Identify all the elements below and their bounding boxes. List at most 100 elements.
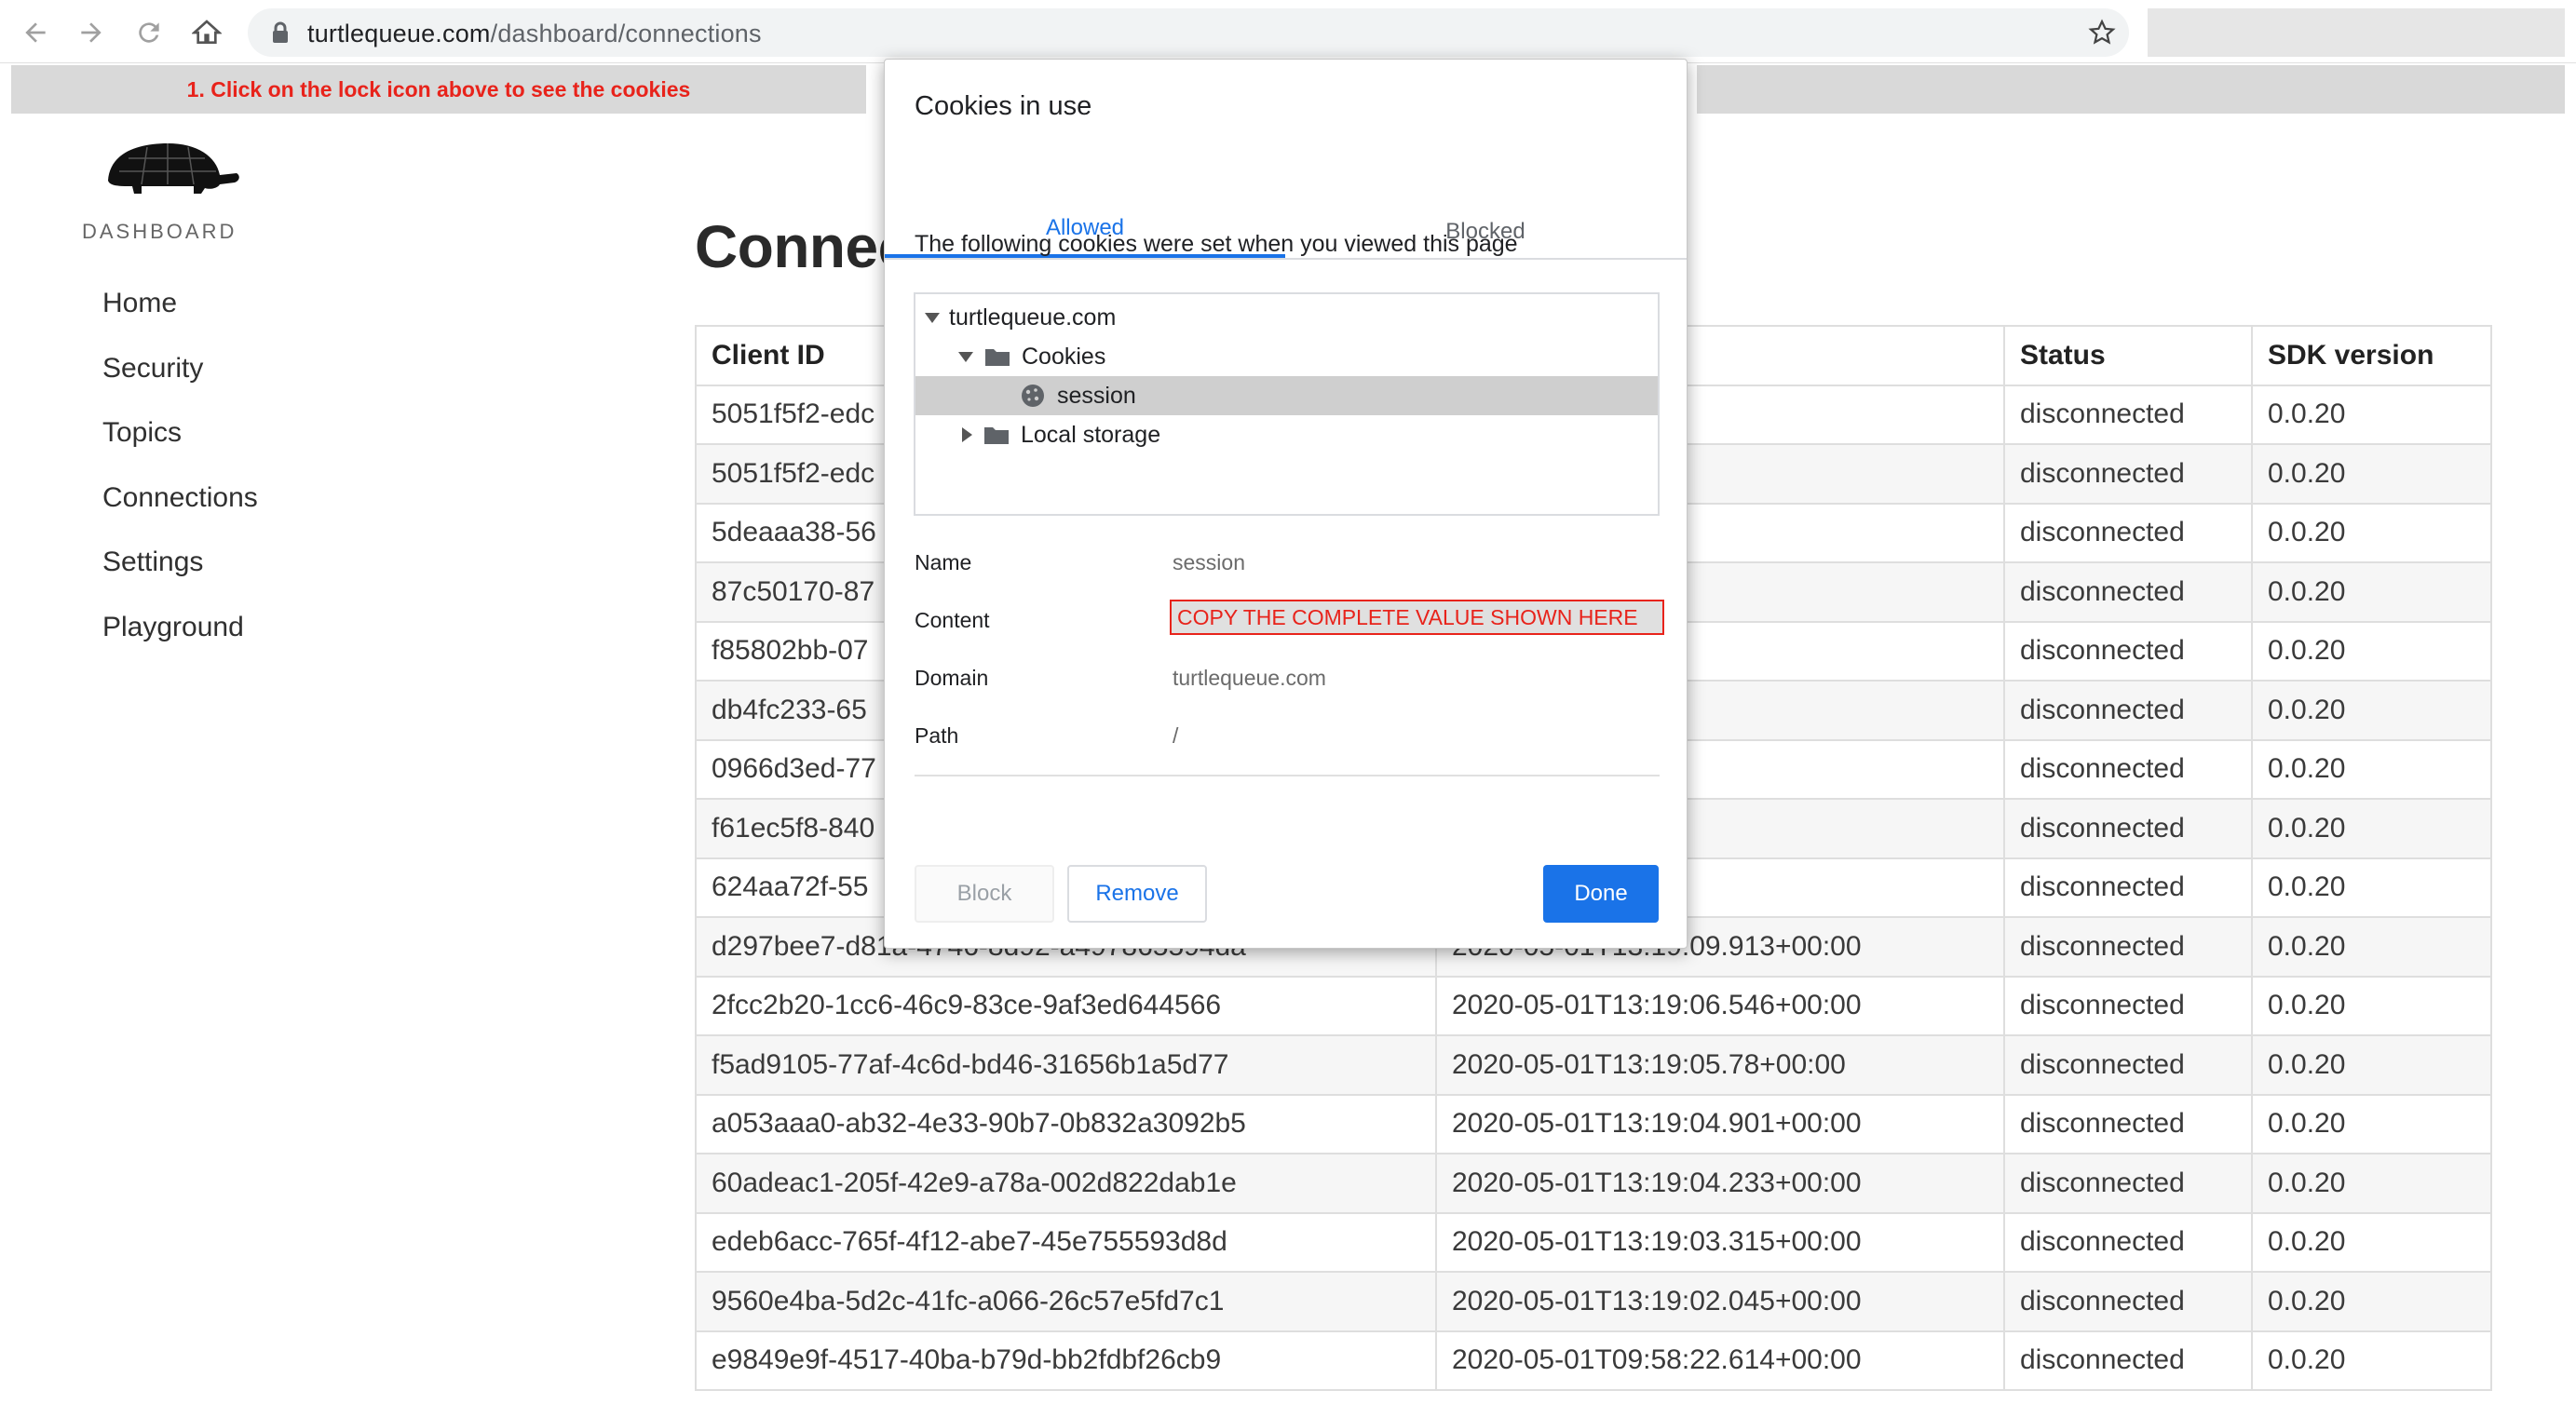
cell-status: disconnected: [2003, 384, 2253, 445]
cell-sdk-version: 0.0.20: [2251, 502, 2492, 563]
detail-domain-label: Domain: [915, 665, 989, 690]
collapse-arrow-icon[interactable]: [962, 427, 972, 442]
column-header-status: Status: [2003, 325, 2253, 386]
cell-status: disconnected: [2003, 502, 2253, 563]
cell-sdk-version: 0.0.20: [2251, 1271, 2492, 1332]
url-text: turtlequeue.com/dashboard/connections: [307, 20, 762, 48]
cell-sdk-version: 0.0.20: [2251, 738, 2492, 800]
table-row: e9849e9f-4517-40ba-b79d-bb2fdbf26cb9 2020…: [695, 1330, 2492, 1391]
sidebar-item-playground[interactable]: Playground: [102, 603, 258, 668]
cell-client-id: 9560e4ba-5d2c-41fc-a066-26c57e5fd7c1: [695, 1271, 1437, 1332]
cell-status: disconnected: [2003, 1271, 2253, 1332]
table-row: 60adeac1-205f-42e9-a78a-002d822dab1e 2020…: [695, 1153, 2492, 1214]
cell-timestamp: 2020-05-01T09:58:22.614+00:00: [1435, 1330, 2005, 1391]
cell-status: disconnected: [2003, 975, 2253, 1036]
cell-status: disconnected: [2003, 443, 2253, 505]
cell-status: disconnected: [2003, 798, 2253, 859]
column-header-sdk-version: SDK version: [2251, 325, 2492, 386]
tree-site-label: turtlequeue.com: [949, 304, 1117, 331]
detail-path-label: Path: [915, 722, 959, 748]
browser-toolbar: turtlequeue.com/dashboard/connections: [0, 0, 2576, 63]
cell-status: disconnected: [2003, 1034, 2253, 1096]
back-icon[interactable]: [15, 12, 56, 53]
detail-name-value: session: [1173, 549, 1245, 574]
cell-sdk-version: 0.0.20: [2251, 1211, 2492, 1273]
lock-icon[interactable]: [270, 21, 291, 44]
tree-cookies-label: Cookies: [1022, 343, 1106, 370]
cell-sdk-version: 0.0.20: [2251, 975, 2492, 1036]
details-divider: [915, 775, 1660, 776]
cell-status: disconnected: [2003, 1153, 2253, 1214]
screen: turtlequeue.com/dashboard/connections 1.…: [0, 0, 2576, 1404]
cell-status: disconnected: [2003, 738, 2253, 800]
cell-status: disconnected: [2003, 680, 2253, 741]
table-row: 9560e4ba-5d2c-41fc-a066-26c57e5fd7c1 2020…: [695, 1271, 2492, 1332]
detail-row-domain: Domain turtlequeue.com: [915, 659, 1660, 696]
url-host: turtlequeue.com: [307, 20, 491, 47]
cell-sdk-version: 0.0.20: [2251, 916, 2492, 978]
cell-timestamp: 2020-05-01T13:19:06.546+00:00: [1435, 975, 2005, 1036]
cell-sdk-version: 0.0.20: [2251, 1153, 2492, 1214]
bookmark-star-icon[interactable]: [2088, 19, 2116, 47]
table-row: 2fcc2b20-1cc6-46c9-83ce-9af3ed644566 2020…: [695, 975, 2492, 1036]
expand-arrow-icon[interactable]: [958, 351, 973, 362]
cell-sdk-version: 0.0.20: [2251, 443, 2492, 505]
detail-domain-value: turtlequeue.com: [1173, 665, 1326, 690]
cell-timestamp: 2020-05-01T13:19:03.315+00:00: [1435, 1211, 2005, 1273]
tree-item-session-cookie[interactable]: session: [915, 376, 1658, 415]
cell-status: disconnected: [2003, 916, 2253, 978]
remove-button[interactable]: Remove: [1067, 865, 1207, 923]
detail-content-value[interactable]: COPY THE COMPLETE VALUE SHOWN HERE: [1170, 600, 1664, 635]
cell-sdk-version: 0.0.20: [2251, 680, 2492, 741]
folder-icon: [985, 349, 1010, 366]
detail-name-label: Name: [915, 549, 972, 574]
cell-client-id: a053aaa0-ab32-4e33-90b7-0b832a3092b5: [695, 1093, 1437, 1154]
table-row: f5ad9105-77af-4c6d-bd46-31656b1a5d77 2020…: [695, 1034, 2492, 1096]
tree-item-site[interactable]: turtlequeue.com: [915, 298, 1658, 337]
table-row: a053aaa0-ab32-4e33-90b7-0b832a3092b5 2020…: [695, 1093, 2492, 1154]
expand-arrow-icon[interactable]: [925, 312, 940, 323]
instruction-banner: 1. Click on the lock icon above to see t…: [11, 65, 866, 114]
cell-sdk-version: 0.0.20: [2251, 1330, 2492, 1391]
cell-client-id: e9849e9f-4517-40ba-b79d-bb2fdbf26cb9: [695, 1330, 1437, 1391]
cell-sdk-version: 0.0.20: [2251, 1093, 2492, 1154]
reload-icon[interactable]: [129, 12, 169, 53]
cell-status: disconnected: [2003, 561, 2253, 623]
cookies-dialog: Cookies in use Allowed Blocked The follo…: [884, 59, 1688, 949]
address-bar[interactable]: turtlequeue.com/dashboard/connections: [248, 8, 2129, 57]
turtle-logo-icon: [108, 143, 239, 194]
sidebar-item-topics[interactable]: Topics: [102, 409, 258, 474]
detail-path-value: /: [1173, 722, 1179, 748]
cell-status: disconnected: [2003, 1093, 2253, 1154]
cell-sdk-version: 0.0.20: [2251, 857, 2492, 918]
sidebar-item-security[interactable]: Security: [102, 344, 258, 410]
block-button[interactable]: Block: [915, 865, 1054, 923]
cell-client-id: f5ad9105-77af-4c6d-bd46-31656b1a5d77: [695, 1034, 1437, 1096]
dialog-title: Cookies in use: [915, 91, 1092, 121]
tree-item-local-storage[interactable]: Local storage: [915, 415, 1658, 454]
sidebar-item-connections[interactable]: Connections: [102, 474, 258, 539]
sidebar-item-settings[interactable]: Settings: [102, 538, 258, 603]
done-button[interactable]: Done: [1543, 865, 1659, 923]
cell-status: disconnected: [2003, 1211, 2253, 1273]
dialog-description: The following cookies were set when you …: [915, 231, 1518, 257]
cell-timestamp: 2020-05-01T13:19:04.233+00:00: [1435, 1153, 2005, 1214]
sidebar-item-home[interactable]: Home: [102, 279, 258, 344]
detail-row-path: Path /: [915, 717, 1660, 754]
table-row: edeb6acc-765f-4f12-abe7-45e755593d8d 2020…: [695, 1211, 2492, 1273]
instruction-text: 1. Click on the lock icon above to see t…: [186, 76, 691, 101]
cell-timestamp: 2020-05-01T13:19:04.901+00:00: [1435, 1093, 2005, 1154]
home-icon[interactable]: [186, 12, 227, 53]
cell-sdk-version: 0.0.20: [2251, 384, 2492, 445]
cell-sdk-version: 0.0.20: [2251, 1034, 2492, 1096]
sidebar-nav: Home Security Topics Connections Setting…: [102, 279, 258, 668]
cell-status: disconnected: [2003, 857, 2253, 918]
detail-row-name: Name session: [915, 544, 1660, 581]
forward-icon[interactable]: [71, 12, 112, 53]
cell-client-id: 2fcc2b20-1cc6-46c9-83ce-9af3ed644566: [695, 975, 1437, 1036]
cell-status: disconnected: [2003, 620, 2253, 682]
brand-label: DASHBOARD: [82, 220, 237, 243]
tree-item-cookies[interactable]: Cookies: [915, 337, 1658, 376]
extensions-area: [2148, 8, 2565, 57]
cell-timestamp: 2020-05-01T13:19:05.78+00:00: [1435, 1034, 2005, 1096]
